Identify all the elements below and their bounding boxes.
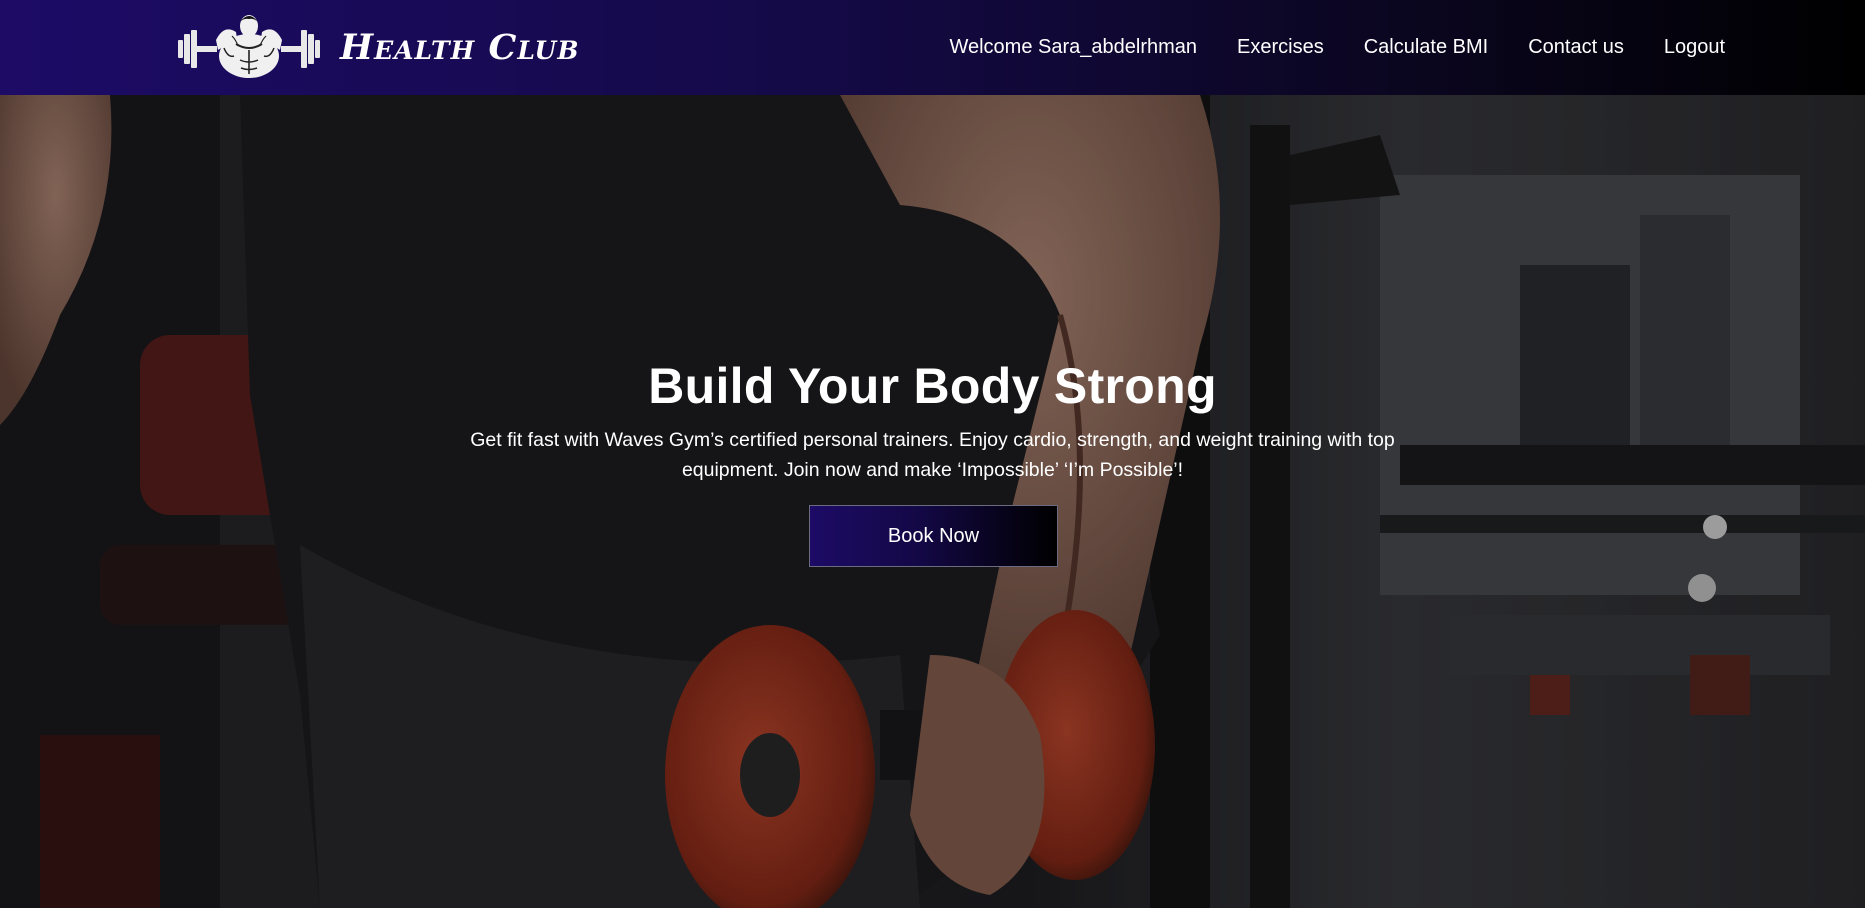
navbar: Health Club Welcome Sara_abdelrhman Exer… (0, 0, 1865, 95)
bodybuilder-logo-icon (178, 15, 320, 78)
book-now-button[interactable]: Book Now (809, 505, 1058, 567)
hero-section: Build Your Body Strong Get fit fast with… (0, 95, 1865, 908)
nav-links: Welcome Sara_abdelrhman Exercises Calcul… (949, 0, 1725, 95)
nav-exercises-link[interactable]: Exercises (1237, 36, 1324, 59)
brand-name: Health Club (340, 26, 580, 68)
page: Health Club Welcome Sara_abdelrhman Exer… (0, 0, 1865, 908)
brand[interactable]: Health Club (176, 12, 579, 82)
nav-welcome-link[interactable]: Welcome Sara_abdelrhman (949, 36, 1197, 59)
nav-calculate-bmi-link[interactable]: Calculate BMI (1364, 36, 1489, 59)
nav-contact-link[interactable]: Contact us (1528, 36, 1624, 59)
hero-description: Get fit fast with Waves Gym’s certified … (470, 429, 1395, 481)
hero-content: Build Your Body Strong Get fit fast with… (0, 95, 1865, 908)
nav-logout-link[interactable]: Logout (1664, 36, 1725, 59)
hero-title: Build Your Body Strong (648, 358, 1217, 414)
